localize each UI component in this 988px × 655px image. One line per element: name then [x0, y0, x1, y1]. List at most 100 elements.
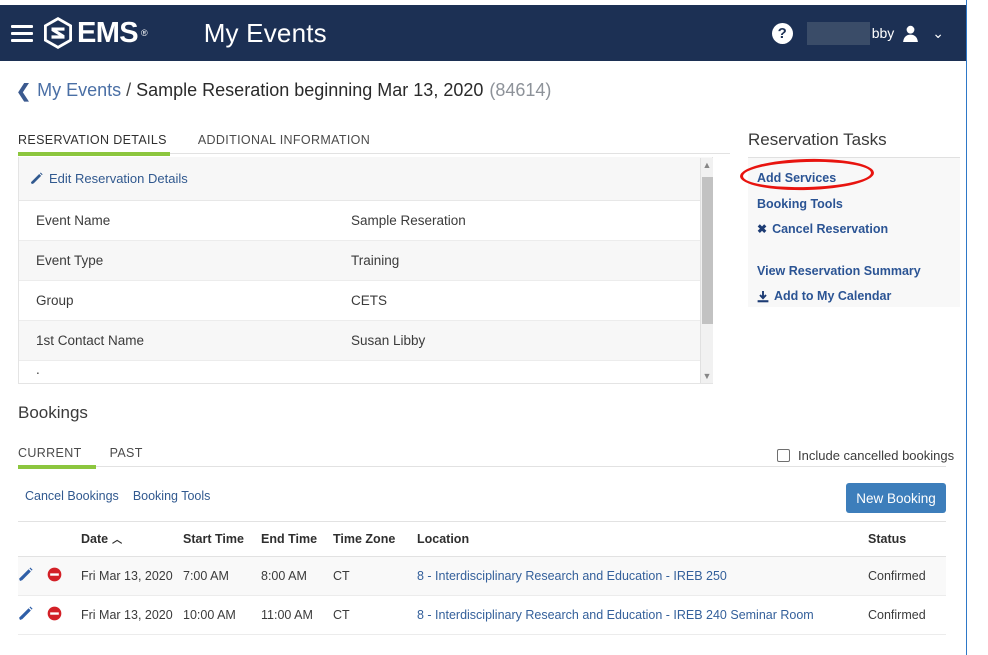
user-name-label: bby — [872, 25, 895, 41]
table-header-row: Date ︿ Start Time End Time Time Zone Loca… — [18, 523, 946, 557]
detail-key: Event Name — [19, 213, 351, 228]
bookings-table: Date ︿ Start Time End Time Time Zone Loca… — [18, 523, 946, 635]
pencil-icon-glyph — [18, 567, 33, 582]
chevron-left-icon[interactable]: ❮ — [16, 81, 31, 102]
pencil-icon[interactable] — [18, 606, 33, 624]
breadcrumb-separator: / — [126, 80, 131, 101]
active-tab-underline — [18, 152, 170, 156]
booking-tools-link[interactable]: Booking Tools — [133, 489, 211, 503]
row-end-time: 11:00 AM — [261, 596, 333, 635]
row-edit-cell — [18, 557, 47, 596]
edit-reservation-details-label: Edit Reservation Details — [49, 171, 188, 186]
cancel-bookings-link[interactable]: Cancel Bookings — [25, 489, 119, 503]
row-status: Confirmed — [868, 596, 946, 635]
detail-key-partial: . — [19, 362, 351, 377]
scrollbar-track[interactable] — [701, 172, 714, 369]
detail-value: Susan Libby — [351, 333, 712, 348]
detail-row: Event Type Training — [19, 241, 712, 281]
include-cancelled-bookings-control[interactable]: Include cancelled bookings — [777, 448, 954, 463]
top-navigation-bar: EMS ® My Events ? bby ⌄ — [0, 5, 966, 61]
task-add-to-my-calendar[interactable]: Add to My Calendar — [757, 284, 960, 310]
detail-key: Event Type — [19, 253, 351, 268]
row-location-link[interactable]: 8 - Interdisciplinary Research and Educa… — [417, 569, 727, 583]
pencil-icon-glyph — [18, 606, 33, 621]
row-start-time: 7:00 AM — [183, 557, 261, 596]
cancel-circle-icon-glyph — [47, 567, 62, 582]
row-edit-cell — [18, 596, 47, 635]
row-start-time: 10:00 AM — [183, 596, 261, 635]
detail-row: 1st Contact Name Susan Libby — [19, 321, 712, 361]
task-list-spacer — [757, 243, 960, 259]
row-time-zone: CT — [333, 557, 417, 596]
detail-value: Sample Reseration — [351, 213, 712, 228]
user-avatar-icon[interactable] — [901, 24, 920, 43]
detail-value: CETS — [351, 293, 712, 308]
bookings-table-head: Date ︿ Start Time End Time Time Zone Loca… — [18, 523, 946, 557]
th-edit — [18, 523, 47, 557]
bookings-action-links: Cancel Bookings Booking Tools — [25, 489, 210, 503]
th-date[interactable]: Date ︿ — [81, 523, 183, 557]
breadcrumb-current: Sample Reseration beginning Mar 13, 2020 — [136, 80, 483, 101]
row-location-cell: 8 - Interdisciplinary Research and Educa… — [417, 596, 868, 635]
caret-up-icon: ︿ — [112, 535, 122, 546]
breadcrumb-parent-link[interactable]: My Events — [37, 80, 121, 101]
ems-logo[interactable]: EMS ® — [42, 16, 148, 50]
pencil-icon — [30, 172, 43, 185]
include-cancelled-bookings-checkbox[interactable] — [777, 449, 790, 462]
table-row: Fri Mar 13, 2020 10:00 AM 11:00 AM CT 8 … — [18, 596, 946, 635]
include-cancelled-bookings-label: Include cancelled bookings — [798, 448, 954, 463]
th-end-time[interactable]: End Time — [261, 523, 333, 557]
detail-row: Event Name Sample Reseration — [19, 201, 712, 241]
row-location-link[interactable]: 8 - Interdisciplinary Research and Educa… — [417, 608, 814, 622]
table-row: Fri Mar 13, 2020 7:00 AM 8:00 AM CT 8 - … — [18, 557, 946, 596]
chevron-down-icon[interactable]: ⌄ — [932, 25, 944, 42]
new-booking-button[interactable]: New Booking — [846, 483, 946, 513]
row-location-cell: 8 - Interdisciplinary Research and Educa… — [417, 557, 868, 596]
tab-reservation-details[interactable]: RESERVATION DETAILS — [18, 133, 167, 153]
th-time-zone[interactable]: Time Zone — [333, 523, 417, 557]
reservation-tasks-title: Reservation Tasks — [748, 130, 887, 150]
th-status[interactable]: Status — [868, 523, 946, 557]
cancel-circle-icon[interactable] — [47, 567, 62, 582]
bookings-divider — [18, 521, 946, 522]
detail-key: Group — [19, 293, 351, 308]
task-view-reservation-summary[interactable]: View Reservation Summary — [757, 259, 960, 285]
page-root: EMS ® My Events ? bby ⌄ ❮ My Events / Sa… — [0, 0, 988, 655]
task-booking-tools[interactable]: Booking Tools — [757, 192, 960, 218]
cancel-circle-icon[interactable] — [47, 606, 62, 621]
detail-key: 1st Contact Name — [19, 333, 351, 348]
scrollbar-thumb[interactable] — [702, 177, 713, 324]
tab-additional-information[interactable]: ADDITIONAL INFORMATION — [198, 133, 370, 153]
reservation-tasks-panel: Add Services Booking Tools ✖ Cancel Rese… — [748, 157, 960, 307]
edit-reservation-details-link[interactable]: Edit Reservation Details — [30, 171, 188, 186]
bookings-section-title: Bookings — [18, 403, 88, 423]
th-date-label: Date — [81, 532, 108, 546]
reservation-details-scrollbar[interactable]: ▲ ▼ — [700, 158, 713, 383]
reservation-details-toolbar: Edit Reservation Details — [19, 157, 712, 201]
page-outer-margin — [967, 0, 988, 655]
help-question-icon[interactable]: ? — [772, 23, 793, 44]
registered-mark: ® — [141, 28, 148, 38]
row-time-zone: CT — [333, 596, 417, 635]
task-view-reservation-summary-label: View Reservation Summary — [757, 259, 921, 285]
reservation-id: (84614) — [489, 80, 551, 101]
th-location[interactable]: Location — [417, 523, 868, 557]
hamburger-menu-icon[interactable] — [11, 25, 33, 42]
task-cancel-reservation[interactable]: ✖ Cancel Reservation — [757, 217, 960, 243]
bookings-table-body: Fri Mar 13, 2020 7:00 AM 8:00 AM CT 8 - … — [18, 557, 946, 635]
task-cancel-reservation-label: Cancel Reservation — [772, 217, 888, 243]
detail-value: Training — [351, 253, 712, 268]
row-delete-cell — [47, 596, 81, 635]
breadcrumb: ❮ My Events / Sample Reseration beginnin… — [16, 80, 551, 101]
tab-past-bookings[interactable]: PAST — [110, 446, 143, 466]
pencil-icon[interactable] — [18, 567, 33, 585]
tab-current-bookings[interactable]: CURRENT — [18, 446, 82, 466]
task-add-services[interactable]: Add Services — [757, 166, 960, 192]
th-start-time[interactable]: Start Time — [183, 523, 261, 557]
topbar-right-group: ? bby ⌄ — [772, 22, 944, 45]
chevron-up-icon[interactable]: ▲ — [701, 158, 714, 172]
ems-logo-text: EMS — [77, 19, 138, 48]
chevron-down-icon[interactable]: ▼ — [701, 369, 714, 383]
x-icon: ✖ — [757, 217, 767, 243]
task-add-services-label: Add Services — [757, 166, 836, 192]
